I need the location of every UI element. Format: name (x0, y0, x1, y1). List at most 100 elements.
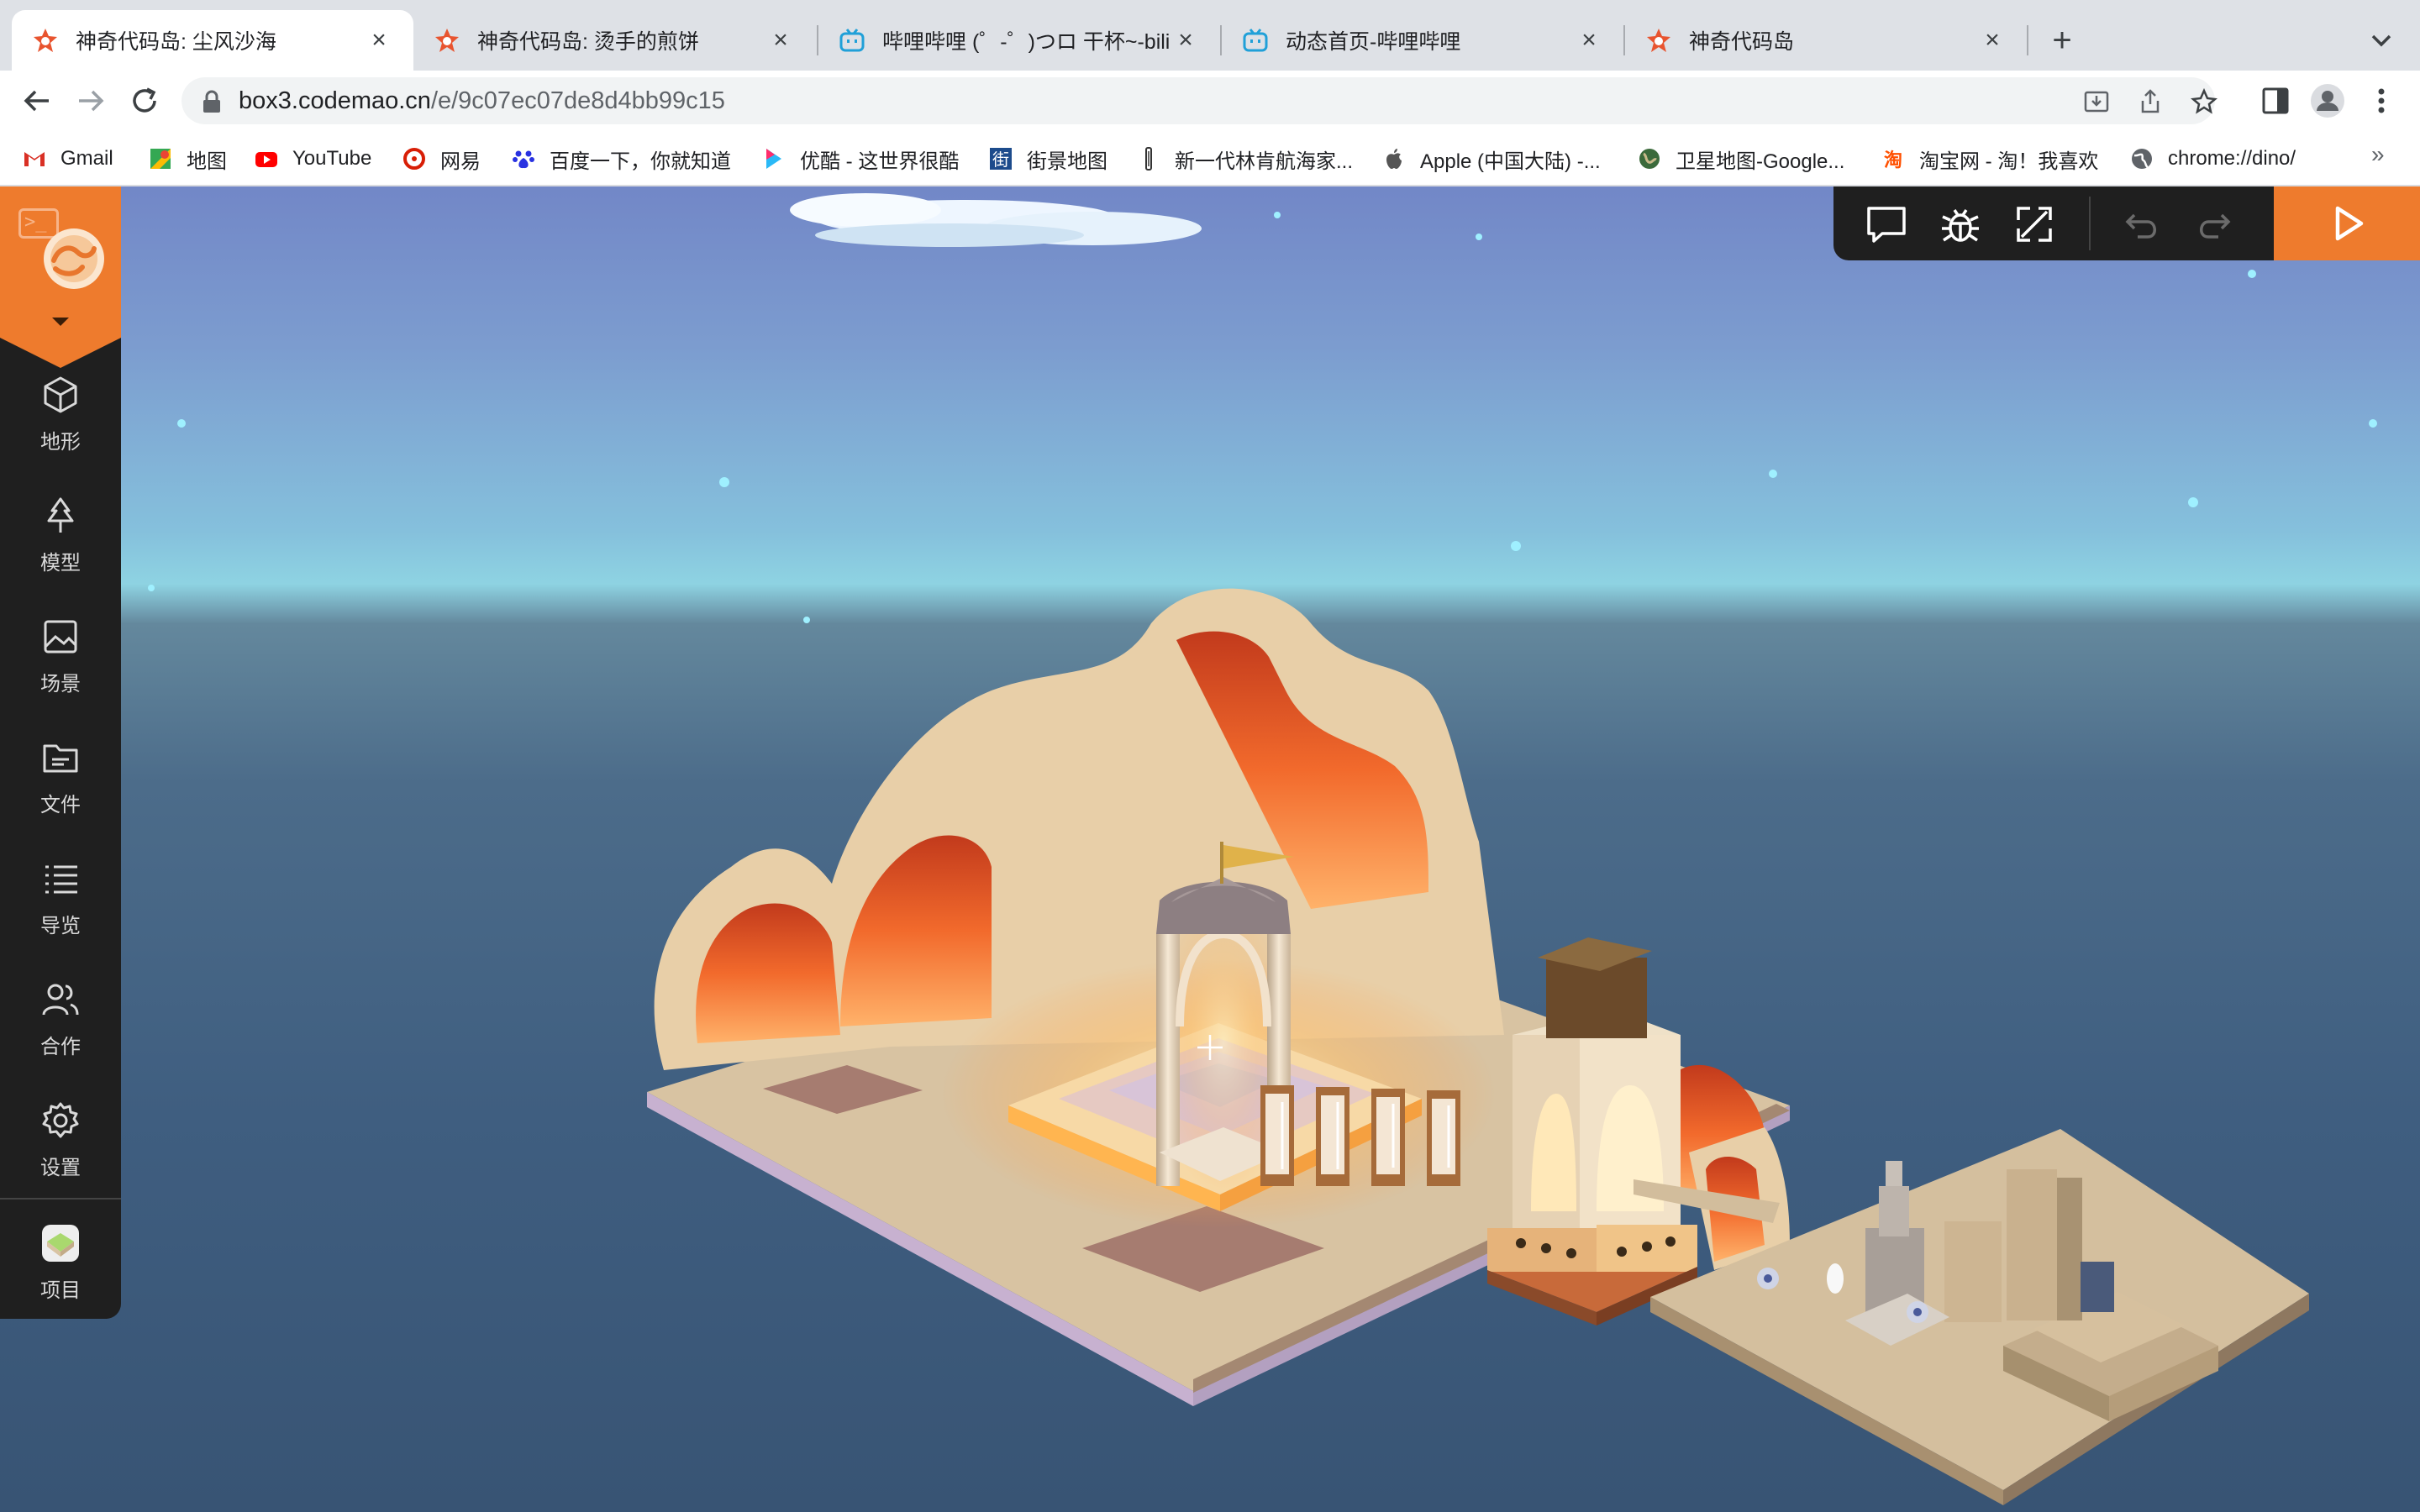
svg-text:淘: 淘 (1884, 150, 1902, 171)
sidebar-item-label: 导览 (40, 915, 81, 937)
tab-3[interactable]: 动态首页-哔哩哔哩 × (1222, 10, 1623, 71)
redo-icon[interactable] (2191, 202, 2237, 247)
youku-icon (766, 149, 781, 169)
tab-2[interactable]: 哔哩哔哩 (゜-゜)つロ 干杯~-bilil × (818, 10, 1220, 71)
tab-0[interactable]: 神奇代码岛: 尘风沙海 × (12, 10, 413, 71)
bookmarks-bar: Gmail 地图 YouTube 网易 百度一下，你就知道 优酷 - 这世界很酷… (0, 131, 2420, 186)
bug-icon[interactable] (1938, 202, 1983, 247)
users-icon (42, 984, 79, 1016)
close-icon[interactable]: × (766, 26, 795, 55)
bookmark-youku[interactable]: 优酷 - 这世界很酷 (761, 143, 959, 175)
gear-icon (42, 1102, 79, 1138)
more-vert-icon[interactable] (2363, 82, 2400, 119)
star-icon[interactable] (2190, 87, 2218, 116)
codemao-icon (435, 29, 459, 52)
chat-icon[interactable] (1864, 202, 1909, 247)
tab-4[interactable]: 神奇代码岛 × (1625, 10, 2027, 71)
tab-title: 神奇代码岛: 烫手的煎饼 (477, 30, 699, 54)
tab-separator (2027, 25, 2028, 55)
bookmark-netease[interactable]: 网易 (402, 143, 481, 175)
address-bar[interactable]: box3.codemao.cn/e/9c07ec07de8d4bb99c15 (182, 77, 2218, 124)
taobao-icon: 淘 (1884, 150, 1902, 171)
sidebar-item-label: 合作 (40, 1036, 81, 1058)
codemao-icon (34, 29, 57, 52)
main-island (647, 588, 1790, 1406)
sidebar-divider (0, 1198, 121, 1200)
bookmark-apple[interactable]: Apple (中国大陆) -... (1381, 143, 1601, 175)
scene-render (148, 193, 2377, 1505)
sidebar-item-label: 文件 (40, 794, 81, 816)
share-icon[interactable] (2136, 87, 2165, 116)
image-icon (44, 620, 77, 654)
url-path: /e/9c07ec07de8d4bb99c15 (430, 87, 725, 114)
bookmark-streetview[interactable]: 街 街景地图 (988, 143, 1107, 175)
codemao-logo-icon[interactable] (42, 227, 106, 291)
list-icon (45, 865, 77, 894)
sidebar-item-project[interactable]: 项目 (0, 1218, 121, 1327)
lock-icon[interactable] (200, 89, 224, 114)
globe-icon (1639, 149, 1660, 169)
url-host: box3.codemao.cn (239, 87, 431, 114)
sidebar-item-terrain[interactable]: 地形 (0, 370, 121, 479)
bookmark-lincoln[interactable]: 新一代林肯航海家... (1136, 143, 1353, 175)
cloud (790, 193, 1202, 247)
editor-sidebar: >_ 地形 模型 场景 文件 导览 合作 设置 项目 (0, 186, 121, 1319)
side-panel-icon[interactable] (2257, 82, 2294, 119)
sidebar-item-settings[interactable]: 设置 (0, 1095, 121, 1205)
tab-strip: 神奇代码岛: 尘风沙海 × 神奇代码岛: 烫手的煎饼 × 哔哩哔哩 (゜-゜)つ… (0, 0, 2420, 71)
install-icon[interactable] (2082, 87, 2111, 116)
sidebar-header[interactable]: >_ (0, 186, 121, 338)
close-icon[interactable]: × (1171, 26, 1200, 55)
profile-avatar-icon[interactable] (2309, 82, 2346, 119)
codemao-icon (1647, 29, 1670, 52)
bookmark-taobao[interactable]: 淘 淘宝网 - 淘！我喜欢 (1881, 143, 2098, 175)
netease-icon (403, 148, 425, 170)
streetview-icon: 街 (990, 148, 1012, 170)
sidebar-item-files[interactable]: 文件 (0, 732, 121, 842)
close-icon[interactable]: × (365, 26, 393, 55)
undo-icon[interactable] (2119, 202, 2165, 247)
reload-icon[interactable] (124, 81, 165, 121)
browser-toolbar: box3.codemao.cn/e/9c07ec07de8d4bb99c15 (0, 71, 2420, 131)
svg-text:街: 街 (992, 150, 1009, 170)
bilibili-icon (839, 29, 865, 52)
gmail-icon (24, 152, 45, 166)
caret-down-icon[interactable] (52, 318, 69, 326)
bookmark-maps[interactable]: 地图 (148, 143, 227, 175)
bilibili-icon (1243, 29, 1268, 52)
bookmark-satellite[interactable]: 卫星地图-Google... (1637, 143, 1844, 175)
tree-icon (47, 497, 74, 533)
close-icon[interactable]: × (1978, 26, 2007, 55)
chrome-globe-icon (2132, 149, 2152, 169)
folder-icon (43, 744, 78, 773)
tower (1487, 937, 1697, 1326)
fullscreen-icon[interactable] (2012, 202, 2057, 247)
bookmark-youtube[interactable]: YouTube (254, 143, 371, 175)
tab-title: 动态首页-哔哩哔哩 (1286, 30, 1461, 54)
tab-1[interactable]: 神奇代码岛: 烫手的煎饼 × (413, 10, 815, 71)
chevron-down-icon[interactable] (2363, 22, 2400, 59)
sidebar-item-guide[interactable]: 导览 (0, 853, 121, 963)
new-tab-button[interactable]: + (2040, 18, 2084, 62)
bookmark-gmail[interactable]: Gmail (22, 143, 113, 175)
project-thumbnail-icon (42, 1225, 79, 1262)
cube-icon (44, 376, 77, 413)
bookmark-baidu[interactable]: 百度一下，你就知道 (511, 143, 731, 175)
sidebar-item-label: 设置 (40, 1157, 81, 1179)
bookmarks-more-button[interactable]: » (2371, 141, 2385, 168)
sidebar-item-models[interactable]: 模型 (0, 491, 121, 600)
forward-icon[interactable] (71, 81, 111, 121)
apple-icon (1386, 149, 1402, 169)
sidebar-item-scene[interactable]: 场景 (0, 612, 121, 721)
close-icon[interactable]: × (1575, 26, 1603, 55)
sidebar-item-collab[interactable]: 合作 (0, 974, 121, 1084)
back-icon[interactable] (17, 81, 57, 121)
sparkles (148, 212, 2377, 623)
sidebar-header-notch (0, 338, 121, 368)
play-icon (2335, 206, 2364, 241)
url-text[interactable]: box3.codemao.cn/e/9c07ec07de8d4bb99c15 (239, 87, 725, 115)
youtube-icon (255, 152, 277, 167)
play-button[interactable] (2274, 186, 2420, 260)
game-viewport[interactable] (0, 186, 2420, 1512)
bookmark-dino[interactable]: chrome://dino/ (2129, 143, 2296, 175)
